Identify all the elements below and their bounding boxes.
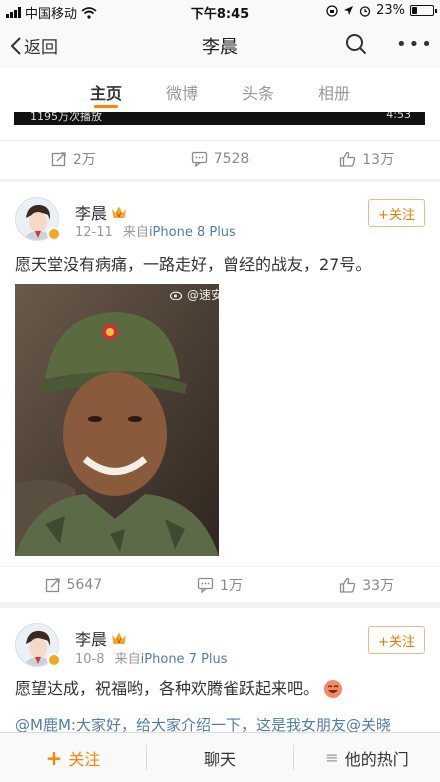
- tab-home[interactable]: 主页: [68, 68, 144, 112]
- alarm-icon: [359, 5, 371, 17]
- like-count: 13万: [362, 151, 395, 168]
- comment-icon: [197, 577, 214, 593]
- bottom-bar: + 关注 聊天 ≡ 他的热门: [0, 732, 440, 782]
- mention-line[interactable]: @M鹿M:大家好，给大家介绍一下，这是我女朋友@关晓: [15, 718, 435, 732]
- image-watermark: @速安安县关注: [170, 286, 271, 303]
- tab-weibo[interactable]: 微博: [144, 68, 220, 112]
- repost-count: 5647: [66, 576, 103, 593]
- comment-button[interactable]: 1万: [147, 567, 294, 602]
- profile-tabs: 主页 微博 头条 相册: [0, 68, 440, 112]
- post-image[interactable]: [15, 284, 219, 556]
- post-meta: 12-11 来自iPhone 8 Plus: [75, 221, 236, 240]
- follow-button[interactable]: +关注: [368, 199, 425, 227]
- repost-icon: [51, 151, 66, 166]
- watermark-text: @速安安县关注: [187, 288, 272, 302]
- author-row: 李晨 V: [75, 626, 127, 650]
- post-source[interactable]: iPhone 7 Plus: [141, 652, 228, 667]
- laughing-emoji-icon: [324, 680, 343, 698]
- previous-post-card: 1195万次播放 4:53 2万 7528 13万: [0, 112, 440, 179]
- post-meta: 10-8 来自iPhone 7 Plus: [75, 648, 228, 667]
- more-button[interactable]: •••: [396, 34, 434, 55]
- follow-button[interactable]: +关注: [368, 626, 425, 654]
- hot-label: 他的热门: [344, 749, 409, 769]
- weibo-logo-icon: [170, 291, 183, 300]
- repost-button[interactable]: 5647: [0, 567, 147, 602]
- comment-count: 1万: [220, 577, 243, 594]
- post-time: 10-8: [75, 652, 105, 667]
- plus-icon: +: [45, 745, 63, 770]
- thumbs-up-icon: [340, 577, 356, 593]
- verified-badge-icon: [47, 227, 61, 241]
- post-text-row: 愿望达成，祝福哟，各种欢腾雀跃起来吧。: [15, 678, 430, 700]
- comment-button[interactable]: 7528: [147, 141, 294, 176]
- repost-icon: [45, 577, 60, 592]
- repost-count: 2万: [72, 151, 96, 168]
- post-time: 12-11: [75, 225, 113, 240]
- video-views: 1195万次播放: [30, 112, 102, 123]
- member-crown-icon: V: [112, 206, 127, 219]
- comment-count: 7528: [213, 150, 250, 167]
- like-button[interactable]: 13万: [293, 141, 440, 176]
- action-bar: 5647 1万 33万: [0, 566, 440, 602]
- thumbs-up-icon: [340, 151, 356, 167]
- page-title: 李晨: [202, 37, 238, 58]
- repost-button[interactable]: 2万: [0, 141, 147, 176]
- comment-icon: [191, 151, 207, 167]
- nav-bar: 返回 李晨 •••: [0, 22, 440, 68]
- chat-button[interactable]: 聊天: [147, 733, 293, 782]
- verified-badge-icon: [47, 653, 61, 667]
- battery-percent: 23%: [376, 3, 405, 18]
- member-crown-icon: V: [112, 632, 127, 645]
- menu-icon: ≡: [325, 748, 339, 767]
- status-bar: 中国移动 下午8:45 23%: [0, 0, 440, 22]
- search-icon: [346, 34, 367, 55]
- status-right: 23%: [326, 3, 437, 18]
- video-duration: 4:53: [386, 112, 411, 121]
- source-prefix: 来自: [122, 225, 149, 240]
- more-icon: •••: [396, 34, 434, 55]
- location-icon: [344, 6, 354, 15]
- author-name[interactable]: 李晨: [75, 626, 107, 650]
- action-bar: 2万 7528 13万: [0, 140, 440, 176]
- post-card: 李晨 V 10-8 来自iPhone 7 Plus +关注 愿望达成，祝福哟，各…: [0, 608, 440, 732]
- follow-tab-button[interactable]: + 关注: [0, 733, 146, 782]
- chat-label: 聊天: [203, 749, 236, 769]
- source-prefix: 来自: [114, 652, 141, 667]
- soldier-photo: [15, 284, 219, 556]
- hot-button[interactable]: ≡ 他的热门: [294, 733, 440, 782]
- like-button[interactable]: 33万: [293, 567, 440, 602]
- post-source[interactable]: iPhone 8 Plus: [149, 225, 236, 240]
- rotation-lock-icon: [326, 4, 338, 17]
- follow-label: 关注: [68, 749, 101, 769]
- like-count: 33万: [362, 577, 395, 594]
- tab-headlines[interactable]: 头条: [220, 68, 296, 112]
- post-card: 李晨 V 12-11 来自iPhone 8 Plus +关注 愿天堂没有病痛，一…: [0, 182, 440, 602]
- tab-album[interactable]: 相册: [296, 68, 372, 112]
- post-text: 愿天堂没有病痛，一路走好，曾经的战友，27号。: [15, 255, 372, 274]
- battery-icon: [410, 5, 437, 16]
- search-button[interactable]: [345, 33, 367, 59]
- post-text: 愿望达成，祝福哟，各种欢腾雀跃起来吧。: [15, 679, 320, 698]
- video-player[interactable]: 1195万次播放 4:53: [14, 112, 425, 125]
